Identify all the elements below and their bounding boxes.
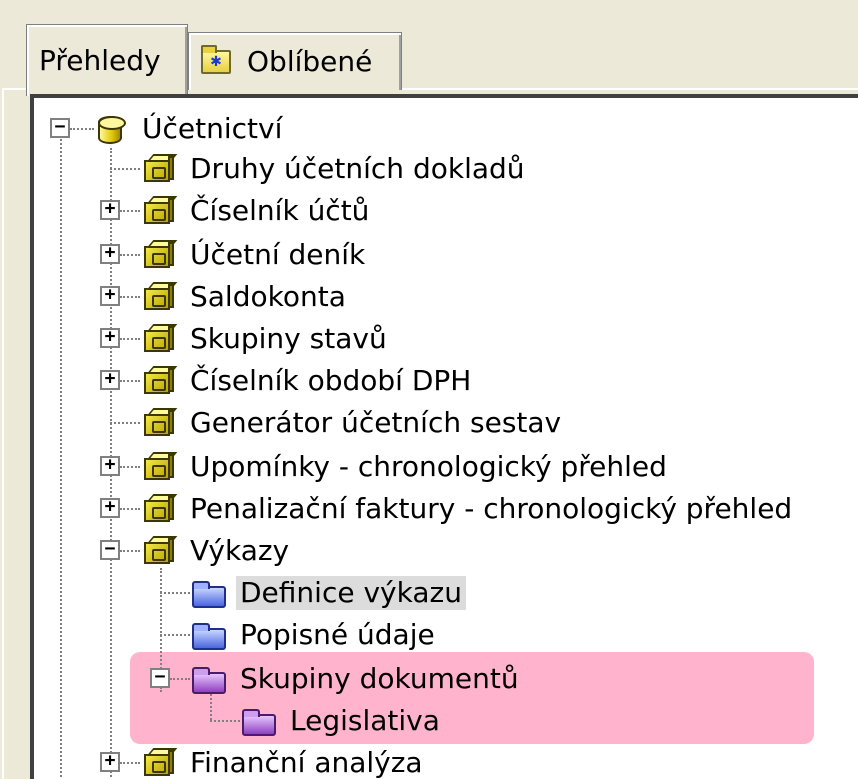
module-book-icon	[140, 494, 178, 524]
tree-node-label: Skupiny stavů	[190, 322, 387, 355]
tree-line	[170, 678, 190, 680]
blue-folder-icon	[190, 620, 226, 650]
tree-line	[120, 762, 140, 764]
tree-node[interactable]: Druhy účetních dokladů	[140, 150, 529, 188]
expand-ciselnik-obdobi-dph-toggle[interactable]: +	[100, 370, 120, 390]
module-book-icon	[140, 408, 178, 438]
tree-line	[120, 508, 140, 510]
tree-line	[110, 168, 140, 170]
expand-upominky-toggle[interactable]: +	[100, 456, 120, 476]
favorites-folder-icon: ✱	[201, 44, 231, 74]
tree-line	[120, 254, 140, 256]
module-book-icon	[140, 154, 178, 184]
module-book-icon	[140, 196, 178, 226]
blue-folder-icon	[190, 578, 226, 608]
tab-oblibene-label: Oblíbené	[247, 45, 373, 78]
tab-oblibene[interactable]: ✱ Oblíbené	[188, 32, 402, 90]
tree-node-label: Druhy účetních dokladů	[190, 152, 525, 185]
database-icon	[92, 114, 128, 144]
tree-line	[120, 380, 140, 382]
tree-line	[60, 128, 62, 779]
tree-line	[160, 592, 190, 594]
tree-node[interactable]: Finanční analýza	[140, 744, 427, 779]
tree-node-ucetnictvi[interactable]: Účetnictví	[92, 110, 286, 148]
tree-node-label: Saldokonta	[190, 280, 346, 313]
tree-node-definice-vykazu[interactable]: Definice výkazu	[190, 574, 466, 612]
tree-node-label: Číselník období DPH	[190, 364, 472, 397]
tree-node-skupiny-dokumentu[interactable]: Skupiny dokumentů	[190, 660, 523, 698]
module-book-icon	[140, 536, 178, 566]
tree-node[interactable]: Popisné údaje	[190, 616, 439, 654]
tree-node[interactable]: Číselník období DPH	[140, 362, 475, 400]
tree-node-label: Číselník účtů	[190, 194, 370, 227]
expand-ucetni-denik-toggle[interactable]: +	[100, 244, 120, 264]
collapse-vykazy-toggle[interactable]: −	[100, 540, 120, 560]
module-book-icon	[140, 282, 178, 312]
tree-line	[120, 550, 140, 552]
tree-node[interactable]: Generátor účetních sestav	[140, 404, 565, 442]
tree-node-label: Výkazy	[190, 534, 290, 567]
purple-folder-icon	[190, 664, 226, 694]
purple-folder-icon	[240, 706, 276, 736]
tree-node-label: Penalizační faktury - chronologický přeh…	[190, 492, 793, 525]
tree-node-vykazy[interactable]: Výkazy	[140, 532, 293, 570]
tree-view[interactable]: − + + + + + + + − − + Účetnictví Druhy ú…	[30, 94, 858, 779]
tree-node-label: Definice výkazu	[236, 576, 466, 610]
tree-node-label: Skupiny dokumentů	[240, 662, 519, 695]
expand-financni-analyza-toggle[interactable]: +	[100, 752, 120, 772]
navigator-window: Přehledy ✱ Oblíbené − + + + + + + + − − …	[0, 0, 858, 779]
tree-node-label: Popisné údaje	[240, 618, 435, 651]
module-book-icon	[140, 324, 178, 354]
module-book-icon	[140, 748, 178, 778]
tree-line	[120, 338, 140, 340]
tree-node[interactable]: Číselník účtů	[140, 192, 373, 230]
tree-node-label: Účetní deník	[190, 238, 366, 271]
tree-line	[160, 634, 190, 636]
tab-prehledy-label: Přehledy	[39, 44, 161, 77]
expand-penalizacni-faktury-toggle[interactable]: +	[100, 498, 120, 518]
tree-node[interactable]: Upomínky - chronologický přehled	[140, 448, 671, 486]
tree-node[interactable]: Penalizační faktury - chronologický přeh…	[140, 490, 796, 528]
expand-saldokonta-toggle[interactable]: +	[100, 286, 120, 306]
collapse-root-toggle[interactable]: −	[50, 118, 70, 138]
tree-line	[210, 720, 240, 722]
tab-prehledy[interactable]: Přehledy	[26, 24, 188, 96]
module-book-icon	[140, 452, 178, 482]
collapse-skupiny-dokumentu-toggle[interactable]: −	[150, 668, 170, 688]
tree-line	[70, 128, 94, 130]
tree-line	[120, 466, 140, 468]
tree-node-label: Upomínky - chronologický přehled	[190, 450, 667, 483]
tree-line	[110, 422, 140, 424]
module-book-icon	[140, 366, 178, 396]
expand-ciselnik-uctu-toggle[interactable]: +	[100, 200, 120, 220]
tree-node-label: Účetnictví	[142, 112, 283, 145]
tree-line	[120, 296, 140, 298]
module-book-icon	[140, 240, 178, 270]
tree-line	[120, 210, 140, 212]
expand-skupiny-stavu-toggle[interactable]: +	[100, 328, 120, 348]
tree-node-legislativa[interactable]: Legislativa	[240, 702, 444, 740]
tree-node[interactable]: Saldokonta	[140, 278, 350, 316]
tree-node-label: Legislativa	[290, 704, 440, 737]
tree-node[interactable]: Účetní deník	[140, 236, 369, 274]
tree-node[interactable]: Skupiny stavů	[140, 320, 391, 358]
tree-node-label: Generátor účetních sestav	[190, 406, 562, 439]
tree-node-label: Finanční analýza	[190, 746, 423, 779]
